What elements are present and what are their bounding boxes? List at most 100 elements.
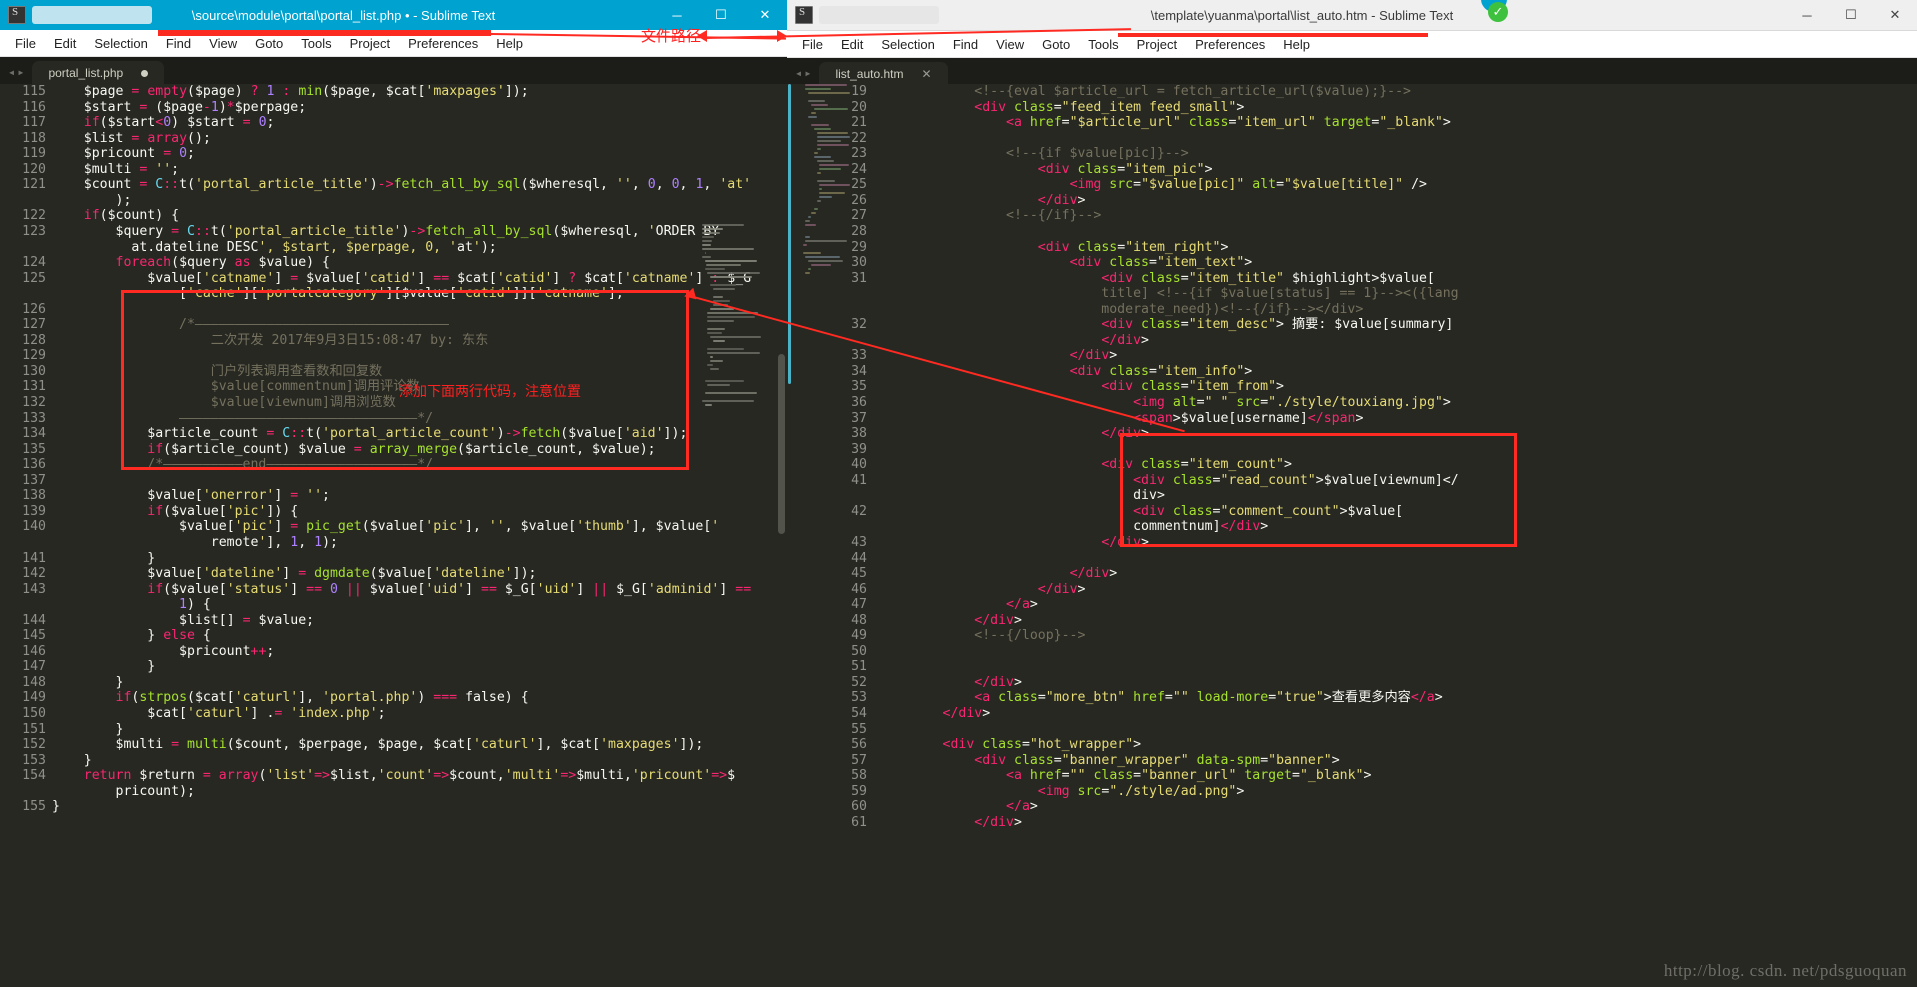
code-line[interactable]: } else {	[52, 628, 211, 644]
maximize-button-right[interactable]: ☐	[1829, 0, 1873, 30]
code-line[interactable]: <a href="$article_url" class="item_url" …	[879, 115, 1451, 131]
code-line[interactable]: $value[viewnum]调用浏览数	[52, 395, 396, 411]
menu-item-edit[interactable]: Edit	[45, 33, 85, 54]
close-button-right[interactable]: ✕	[1873, 0, 1917, 30]
code-line[interactable]: if($value['status'] == 0 || $value['uid'…	[52, 582, 751, 598]
code-line[interactable]: if($start<0) $start = 0;	[52, 115, 275, 131]
menu-item-right-selection[interactable]: Selection	[872, 34, 943, 55]
left-minimap[interactable]	[699, 224, 779, 747]
code-line[interactable]: <div class="hot_wrapper">	[879, 737, 1142, 753]
code-line[interactable]: moderate_need})<!--{/if}--></div>	[879, 302, 1363, 318]
code-line[interactable]: }	[52, 551, 155, 567]
code-line[interactable]: }	[52, 675, 124, 691]
menu-item-right-view[interactable]: View	[987, 34, 1033, 55]
code-line[interactable]: </div>	[879, 815, 1022, 831]
code-line[interactable]: }	[52, 753, 92, 769]
code-line[interactable]: </div>	[879, 613, 1022, 629]
code-line[interactable]: </div>	[879, 193, 1086, 209]
code-line[interactable]: </div>	[879, 582, 1086, 598]
menu-item-right-find[interactable]: Find	[944, 34, 987, 55]
code-line[interactable]: <div class="banner_wrapper" data-spm="ba…	[879, 753, 1339, 769]
code-line[interactable]: $value['onerror'] = '';	[52, 488, 330, 504]
code-line[interactable]: 门户列表调用查看数和回复数	[52, 364, 382, 380]
code-line[interactable]: /*——————————end———————————————————*/	[52, 457, 433, 473]
code-line[interactable]: <div class="item_pic">	[879, 162, 1213, 178]
code-line[interactable]: <span>$value[username]</span>	[879, 411, 1363, 427]
left-editor[interactable]: 115 $page = empty($page) ? 1 : min($page…	[0, 84, 787, 987]
code-line[interactable]: );	[52, 193, 132, 209]
code-line[interactable]: }	[52, 799, 60, 815]
code-line[interactable]: 1) {	[52, 597, 211, 613]
code-line[interactable]: $pricount++;	[52, 644, 274, 660]
code-line[interactable]: $cat['caturl'] .= 'index.php';	[52, 706, 385, 722]
code-line[interactable]: title] <!--{if $value[status] == 1}--><(…	[879, 286, 1458, 302]
code-line[interactable]: <img alt=" " src="./style/touxiang.jpg">	[879, 395, 1451, 411]
code-line[interactable]: <!--{/loop}-->	[879, 628, 1085, 644]
code-line[interactable]: /*————————————————————————————————	[52, 317, 449, 333]
code-line[interactable]: </div>	[879, 348, 1118, 364]
menu-item-right-edit[interactable]: Edit	[832, 34, 872, 55]
code-line[interactable]: </div>	[879, 675, 1022, 691]
tab-close-icon[interactable]: ✕	[922, 67, 932, 81]
code-line[interactable]: $multi = '';	[52, 162, 179, 178]
menu-item-help[interactable]: Help	[487, 33, 532, 54]
maximize-button[interactable]: ☐	[699, 0, 743, 30]
code-line[interactable]: pricount);	[52, 784, 195, 800]
code-line[interactable]: remote'], 1, 1);	[52, 535, 338, 551]
code-line[interactable]: ['cache']['portalcategory'][$value['cati…	[52, 286, 624, 302]
code-line[interactable]: <!--{if $value[pic]}-->	[879, 146, 1189, 162]
code-line[interactable]: $query = C::t('portal_article_title')->f…	[52, 224, 720, 240]
code-line[interactable]: $start = ($page-1)*$perpage;	[52, 100, 306, 116]
code-line[interactable]: <div class="item_title" $highlight>$valu…	[879, 271, 1435, 287]
code-line[interactable]: <div class="comment_count">$value[	[879, 504, 1403, 520]
code-line[interactable]: $count = C::t('portal_article_title')->f…	[52, 177, 751, 193]
close-button[interactable]: ✕	[743, 0, 787, 30]
code-line[interactable]: </div>	[879, 426, 1149, 442]
code-line[interactable]: commentnum]</div>	[879, 519, 1268, 535]
code-line[interactable]: <img src="./style/ad.png">	[879, 784, 1245, 800]
code-line[interactable]: ——————————————————————————————*/	[52, 411, 433, 427]
code-line[interactable]: $page = empty($page) ? 1 : min($page, $c…	[52, 84, 529, 100]
tab-portal-list-php[interactable]: portal_list.php	[32, 61, 165, 85]
code-line[interactable]: $value['dateline'] = dgmdate($value['dat…	[52, 566, 536, 582]
right-minimap[interactable]	[797, 84, 877, 987]
right-vertical-scrollbar[interactable]	[788, 84, 791, 384]
code-line[interactable]: $pricount = 0;	[52, 146, 195, 162]
code-line[interactable]: if(strpos($cat['caturl'], 'portal.php') …	[52, 690, 529, 706]
tab-list-auto-htm[interactable]: list_auto.htm ✕	[819, 62, 948, 86]
code-line[interactable]: 二次开发 2017年9月3日15:08:47 by: 东东	[52, 333, 489, 349]
code-line[interactable]: $value[commentnum]调用评论数	[52, 379, 420, 395]
minimize-button-right[interactable]: ─	[1785, 0, 1829, 30]
code-line[interactable]: $list = array();	[52, 131, 211, 147]
code-line[interactable]: at.dateline DESC', $start, $perpage, 0, …	[52, 240, 496, 256]
code-line[interactable]: </div>	[879, 535, 1149, 551]
code-line[interactable]: }	[52, 722, 124, 738]
code-line[interactable]: <a class="more_btn" href="" load-more="t…	[879, 690, 1442, 706]
menu-item-file[interactable]: File	[6, 33, 45, 54]
code-line[interactable]: <div class="item_count">	[879, 457, 1292, 473]
menu-item-right-file[interactable]: File	[793, 34, 832, 55]
code-line[interactable]: <div class="item_right">	[879, 240, 1229, 256]
menu-item-right-goto[interactable]: Goto	[1033, 34, 1079, 55]
menu-item-selection[interactable]: Selection	[85, 33, 156, 54]
code-line[interactable]: </a>	[879, 597, 1038, 613]
code-line[interactable]: <div class="item_from">	[879, 379, 1284, 395]
code-line[interactable]: <div class="feed_item feed_small">	[879, 100, 1244, 116]
code-line[interactable]: <!--{/if}-->	[879, 208, 1101, 224]
code-line[interactable]: </div>	[879, 333, 1149, 349]
code-line[interactable]: }	[52, 659, 155, 675]
code-line[interactable]: return $return = array('list'=>$list,'co…	[52, 768, 735, 784]
code-line[interactable]: </div>	[879, 566, 1118, 582]
code-line[interactable]: <img src="$value[pic]" alt="$value[title…	[879, 177, 1427, 193]
code-line[interactable]: $multi = multi($count, $perpage, $page, …	[52, 737, 704, 753]
tab-nav-arrows-icon[interactable]: ◂▸	[4, 65, 32, 85]
code-line[interactable]: </div>	[879, 706, 991, 722]
code-line[interactable]: $value['pic'] = pic_get($value['pic'], '…	[52, 519, 719, 535]
code-line[interactable]: if($article_count) $value = array_merge(…	[52, 442, 655, 458]
code-line[interactable]: </a>	[879, 799, 1038, 815]
code-line[interactable]: <div class="item_info">	[879, 364, 1253, 380]
code-line[interactable]: $value['catname'] = $value['catid'] == $…	[52, 271, 751, 287]
code-line[interactable]: $list[] = $value;	[52, 613, 314, 629]
code-line[interactable]: $article_count = C::t('portal_article_co…	[52, 426, 687, 442]
code-line[interactable]: <div class="read_count">$value[viewnum]<…	[879, 473, 1459, 489]
